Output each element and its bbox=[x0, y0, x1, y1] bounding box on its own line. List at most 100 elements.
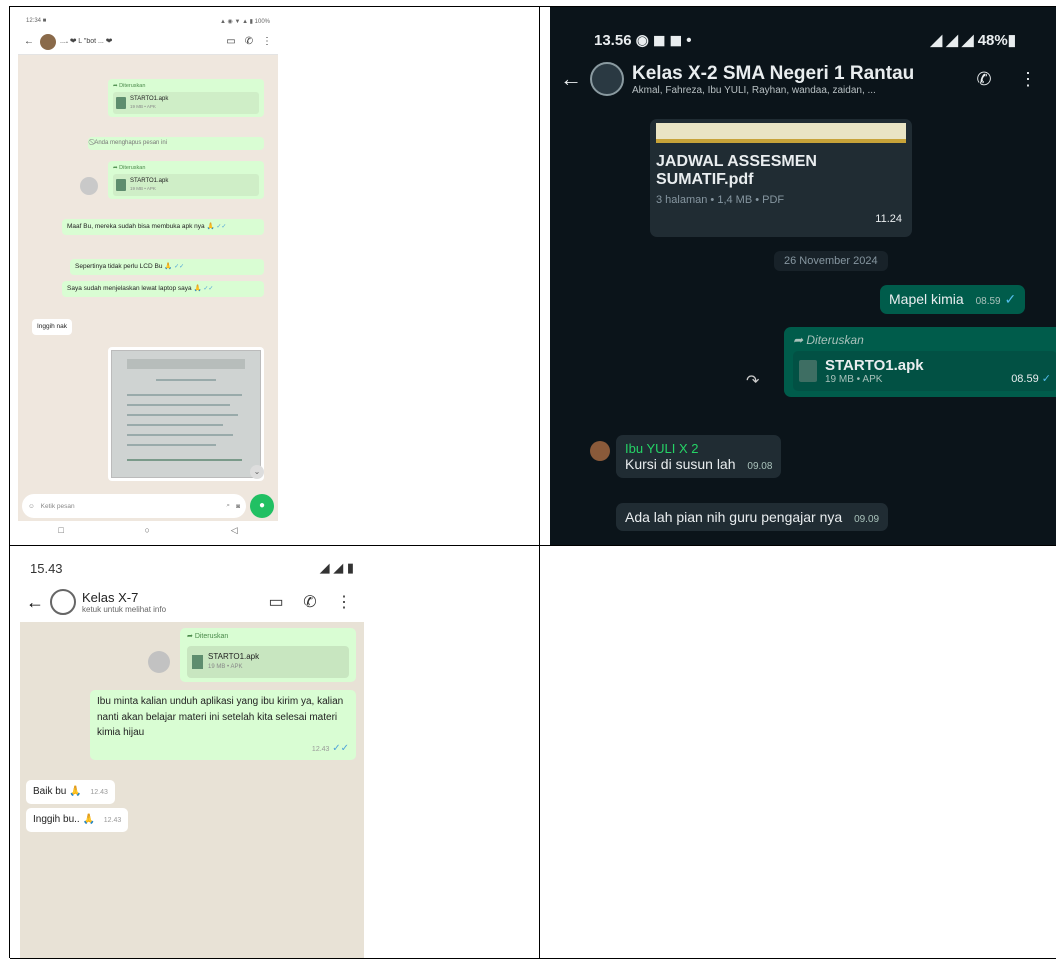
message-text: Ibu minta kalian unduh aplikasi yang ibu… bbox=[97, 696, 344, 738]
sender-avatar[interactable] bbox=[590, 441, 610, 461]
chat-header: ← ...𝆺 ❤ L "bot ... ❤ ▭ ✆ ⋮ bbox=[18, 29, 278, 55]
message-bubble-in[interactable]: Ada lah pian nih guru pengajar nya 09.09 bbox=[616, 503, 889, 531]
video-call-icon[interactable]: ▭ bbox=[262, 592, 290, 612]
file-name: STARTO1.apk bbox=[130, 178, 169, 185]
pdf-message[interactable]: JADWAL ASSESMEN SUMATIF.pdf 3 halaman • … bbox=[650, 119, 912, 237]
message-text: Inggih nak bbox=[37, 323, 67, 330]
message-bubble-out[interactable]: Ibu minta kalian unduh aplikasi yang ibu… bbox=[90, 690, 356, 760]
message-time: 08.59 bbox=[1011, 373, 1039, 385]
emoji-icon[interactable]: ☺ bbox=[28, 503, 35, 510]
forwarded-label: Diteruskan bbox=[119, 83, 146, 89]
message-text: Baik bu 🙏 bbox=[33, 786, 82, 797]
group-members: Akmal, Fahreza, Ibu YULI, Rayhan, wandaa… bbox=[632, 84, 876, 96]
voice-call-icon[interactable]: ✆ bbox=[296, 592, 324, 612]
message-bubble-in[interactable]: Baik bu 🙏 12.43 bbox=[26, 780, 115, 804]
message-time: 11.24 bbox=[875, 213, 902, 225]
file-card[interactable]: STARTO1.apk 19 MB • APK bbox=[113, 174, 259, 196]
message-bubble-out[interactable]: Mapel kimia 08.59 ✓ bbox=[880, 285, 1026, 314]
screenshot-grid: 12:34 ■ ▲ ◉ ▼ ▲ ▮ 100% ← ...𝆺 ❤ L "bot .… bbox=[9, 6, 1056, 959]
home-icon[interactable]: ○ bbox=[145, 525, 150, 535]
chat-header: ← Kelas X-2 SMA Negeri 1 Rantau Akmal, F… bbox=[550, 53, 1056, 105]
file-name: STARTO1.apk bbox=[825, 357, 924, 374]
forwarded-label: Diteruskan bbox=[806, 333, 864, 347]
phone-screenshot-1: 12:34 ■ ▲ ◉ ▼ ▲ ▮ 100% ← ...𝆺 ❤ L "bot .… bbox=[18, 13, 278, 539]
chat-info[interactable]: Kelas X-7 ketuk untuk melihat info bbox=[82, 590, 256, 614]
group-avatar[interactable] bbox=[50, 589, 76, 615]
back-arrow-icon[interactable]: ← bbox=[26, 592, 44, 613]
more-options-icon[interactable]: ⋮ bbox=[260, 36, 274, 47]
chat-name[interactable]: ...𝆺 ❤ L "bot ... ❤ bbox=[60, 38, 220, 46]
file-icon bbox=[116, 179, 126, 192]
file-card[interactable]: STARTO1.apk 19 MB • APK bbox=[113, 92, 259, 114]
message-bubble-in[interactable]: Inggih bu.. 🙏 12.43 bbox=[26, 808, 129, 832]
group-avatar[interactable] bbox=[590, 62, 624, 96]
voice-call-icon[interactable]: ✆ bbox=[242, 36, 256, 47]
sender-name: Ibu YULI X 2 bbox=[625, 441, 699, 456]
cell-bottom-right-empty bbox=[540, 546, 1056, 959]
forwarded-file-bubble[interactable]: ➦ Diteruskan STARTO1.apk 19 MB • APK bbox=[180, 628, 356, 682]
document-photo bbox=[111, 350, 261, 478]
message-text: Sepertinya tidak perlu LCD Bu 🙏 bbox=[75, 263, 173, 270]
share-icon[interactable] bbox=[80, 177, 98, 195]
share-forward-icon[interactable]: ↷ bbox=[746, 371, 759, 391]
message-bubble-out[interactable]: Sepertinya tidak perlu LCD Bu 🙏 ✓✓ bbox=[70, 259, 264, 275]
forwarded-file-bubble[interactable]: ➦ Diteruskan STARTO1.apk 19 MB • APK bbox=[108, 161, 264, 199]
back-arrow-icon[interactable]: ← bbox=[22, 36, 36, 47]
camera-icon[interactable]: ◙ bbox=[236, 503, 240, 510]
status-bar: 12:34 ■ ▲ ◉ ▼ ▲ ▮ 100% bbox=[18, 13, 278, 29]
deleted-text: Anda menghapus pesan ini bbox=[94, 140, 168, 146]
message-time: 09.08 bbox=[747, 461, 773, 472]
file-name: STARTO1.apk bbox=[130, 96, 169, 103]
sent-check-icon: ✓ bbox=[1041, 373, 1051, 385]
file-meta: 19 MB • APK bbox=[130, 104, 156, 110]
message-text: Saya sudah menjelaskan lewat laptop saya… bbox=[67, 285, 202, 292]
status-time: 13.56 ◉ ◼ ◼ • bbox=[594, 32, 692, 49]
add-call-icon[interactable]: ✆ bbox=[966, 69, 1002, 90]
status-bar: 15.43 ◢ ◢ ▮ bbox=[20, 554, 364, 582]
chat-subtitle: ketuk untuk melihat info bbox=[82, 605, 167, 614]
read-receipt-icon: ✓✓ bbox=[332, 742, 349, 754]
status-bar: 13.56 ◉ ◼ ◼ • ◢ ◢ ◢ 48%▮ bbox=[550, 7, 1056, 53]
forwarded-label: Diteruskan bbox=[119, 165, 146, 171]
read-receipt-icon: ✓✓ bbox=[203, 286, 214, 292]
phone-screenshot-2: 13.56 ◉ ◼ ◼ • ◢ ◢ ◢ 48%▮ ← Kelas X-2 SMA… bbox=[550, 7, 1056, 545]
message-bubble-in[interactable]: Ibu YULI X 2 Kursi di susun lah 09.08 bbox=[616, 435, 782, 478]
file-card[interactable]: STARTO1.apk 19 MB • APK 08.59 ✓ bbox=[793, 351, 1056, 391]
apk-file-icon bbox=[799, 360, 817, 382]
forwarded-label: Diteruskan bbox=[194, 633, 229, 640]
message-bubble-in[interactable]: Inggih nak bbox=[32, 319, 72, 335]
back-icon[interactable]: ◁ bbox=[231, 525, 238, 536]
message-time: 12.43 bbox=[311, 745, 330, 753]
cell-top-left: 12:34 ■ ▲ ◉ ▼ ▲ ▮ 100% ← ...𝆺 ❤ L "bot .… bbox=[10, 7, 540, 546]
message-time: 08.59 bbox=[975, 296, 1001, 307]
chat-name: Kelas X-7 bbox=[82, 590, 139, 605]
scroll-down-icon[interactable]: ⌄ bbox=[250, 465, 264, 479]
input-placeholder: Ketik pesan bbox=[40, 502, 75, 510]
message-time: 12.43 bbox=[103, 817, 122, 824]
message-bubble-out[interactable]: Maaf Bu, mereka sudah bisa membuka apk n… bbox=[62, 219, 264, 235]
message-input[interactable]: ☺ Ketik pesan ⌕ ◙ bbox=[22, 494, 246, 518]
chat-name: Kelas X-2 SMA Negeri 1 Rantau bbox=[632, 62, 915, 84]
more-options-icon[interactable]: ⋮ bbox=[330, 592, 358, 612]
file-meta: 19 MB • APK bbox=[130, 186, 156, 192]
avatar[interactable] bbox=[40, 33, 56, 50]
share-icon[interactable] bbox=[148, 651, 170, 673]
video-call-icon[interactable]: ▭ bbox=[224, 36, 238, 47]
back-arrow-icon[interactable]: ← bbox=[560, 66, 582, 92]
status-icons: ◢ ◢ ▮ bbox=[319, 560, 354, 575]
image-message[interactable] bbox=[108, 347, 264, 481]
deleted-message-note: ⃠ Anda menghapus pesan ini bbox=[88, 137, 264, 150]
more-options-icon[interactable]: ⋮ bbox=[1010, 69, 1046, 90]
read-receipt-icon: ✓✓ bbox=[216, 224, 227, 230]
forwarded-file-bubble[interactable]: ➦ Diteruskan STARTO1.apk 19 MB • APK bbox=[108, 79, 264, 117]
message-bubble-out[interactable]: Saya sudah menjelaskan lewat laptop saya… bbox=[62, 281, 264, 297]
message-time: 09.09 bbox=[854, 514, 880, 525]
phone-screenshot-3: 15.43 ◢ ◢ ▮ ← Kelas X-7 ketuk untuk meli… bbox=[20, 554, 364, 958]
file-meta: 19 MB • APK bbox=[208, 664, 243, 671]
mic-icon[interactable]: ● bbox=[250, 494, 274, 518]
file-card[interactable]: STARTO1.apk 19 MB • APK bbox=[187, 645, 349, 678]
chat-info[interactable]: Kelas X-2 SMA Negeri 1 Rantau Akmal, Fah… bbox=[632, 63, 958, 96]
attach-icon[interactable]: ⌕ bbox=[226, 502, 230, 510]
forwarded-file-bubble[interactable]: ➦ Diteruskan STARTO1.apk 19 MB • APK 08.… bbox=[784, 327, 1056, 397]
recents-icon[interactable]: □ bbox=[58, 525, 63, 535]
